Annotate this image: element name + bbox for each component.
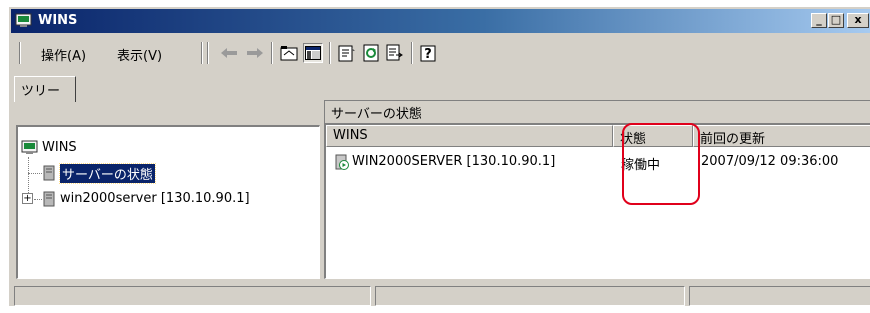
row-last-update: 2007/09/12 09:36:00	[701, 154, 839, 169]
separator	[411, 42, 413, 64]
column-header-wins[interactable]: WINS	[326, 125, 613, 147]
help-icon[interactable]: ?	[419, 43, 439, 63]
wins-node-icon	[21, 140, 38, 154]
separator	[207, 42, 209, 64]
export-list-icon[interactable]	[385, 43, 405, 63]
properties-icon[interactable]	[337, 43, 357, 63]
status-pane-3	[689, 286, 870, 306]
tree-line	[34, 199, 42, 201]
table-row[interactable]: WIN2000SERVER [130.10.90.1] 稼働中 2007/09/…	[326, 151, 870, 173]
separator	[329, 42, 331, 64]
row-server-name: WIN2000SERVER [130.10.90.1]	[352, 154, 556, 169]
status-highlight-box	[622, 123, 700, 205]
server-node-icon	[43, 191, 55, 207]
tree-item-win2000server[interactable]: win2000server [130.10.90.1]	[60, 191, 250, 206]
svg-text:?: ?	[424, 47, 432, 62]
column-header-last-update[interactable]: 前回の更新	[693, 125, 870, 147]
menu-action[interactable]: 操作(A)	[41, 45, 86, 64]
separator	[271, 42, 273, 64]
close-button[interactable]: x	[847, 13, 869, 28]
window-title: WINS	[38, 13, 78, 28]
separator	[201, 42, 203, 64]
details-pane-title: サーバーの状態	[324, 100, 870, 124]
tree-line	[28, 173, 42, 175]
back-arrow-icon[interactable]	[219, 43, 239, 63]
tab-row: ツリー	[11, 73, 870, 103]
tree-pane[interactable]: WINS サーバーの状態 + win2000server [130.10.90.…	[16, 125, 320, 279]
title-bar[interactable]: WINS _ □ x	[11, 9, 870, 33]
tree-root-wins[interactable]: WINS	[42, 140, 77, 155]
server-running-icon	[335, 154, 349, 170]
forward-arrow-icon[interactable]	[245, 43, 265, 63]
tree-item-server-status[interactable]: サーバーの状態	[59, 163, 156, 184]
status-pane-2	[375, 286, 685, 306]
status-bar	[11, 286, 870, 307]
server-status-icon	[43, 165, 55, 181]
show-hide-tree-icon[interactable]	[303, 43, 323, 63]
details-list-pane[interactable]: WINS 状態 前回の更新 WIN2000SERVER [130.10.90.1…	[324, 123, 870, 279]
minimize-button[interactable]: _	[811, 13, 827, 28]
wins-window: WINS _ □ x 操作(A) 表示(V) ? ツリー サーバーの状態 WIN…	[8, 6, 870, 306]
expand-plus-icon[interactable]: +	[22, 193, 33, 204]
refresh-icon[interactable]	[361, 43, 381, 63]
menu-view[interactable]: 表示(V)	[117, 45, 162, 64]
separator	[19, 42, 21, 64]
tab-tree[interactable]: ツリー	[14, 76, 76, 102]
maximize-button[interactable]: □	[828, 13, 844, 28]
status-pane-1	[14, 286, 371, 306]
up-folder-icon[interactable]	[279, 43, 299, 63]
wins-app-icon	[15, 13, 32, 27]
menu-toolbar: 操作(A) 表示(V) ?	[11, 39, 870, 67]
